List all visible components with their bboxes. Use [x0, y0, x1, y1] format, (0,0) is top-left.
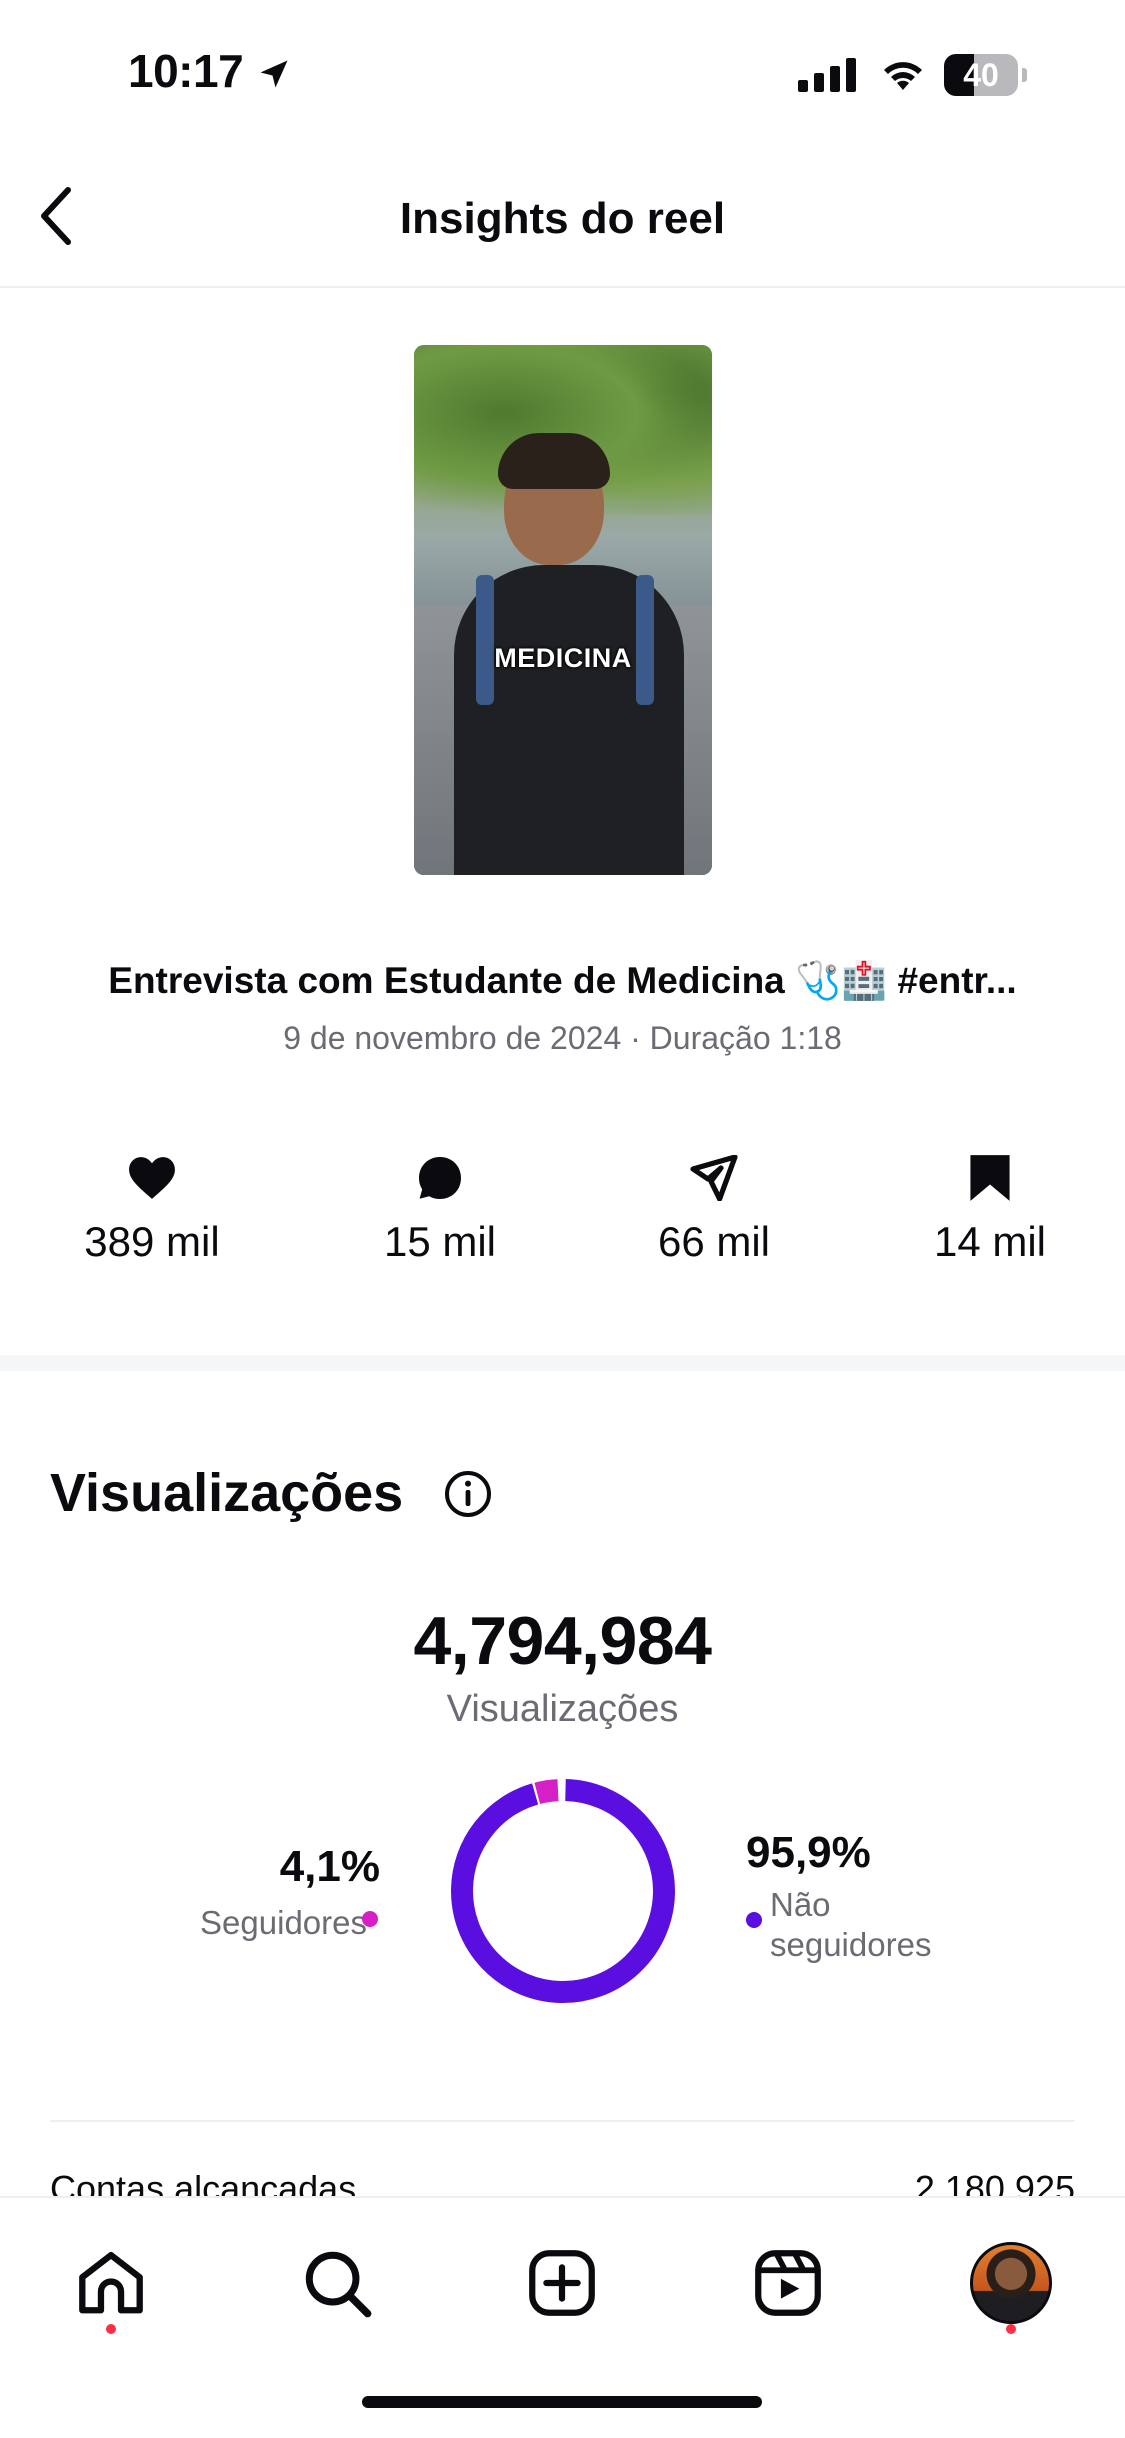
- thumbnail-caption: MEDICINA: [494, 643, 632, 673]
- location-arrow-icon: [260, 60, 288, 88]
- reel-thumbnail[interactable]: MEDICINA: [414, 345, 712, 875]
- reel-meta: 9 de novembro de 2024 · Duração 1:18: [283, 1020, 842, 1056]
- engagement-stats: 389 mil 15 mil 66 mil 14 mil: [0, 1150, 1125, 1290]
- status-bar: 10:17 40: [0, 0, 1125, 150]
- saves-count: 14 mil: [933, 1218, 1047, 1265]
- header: Insights do reel: [0, 150, 1125, 288]
- views-section-title: Visualizações: [50, 1463, 404, 1523]
- likes-count: 389 mil: [84, 1218, 220, 1265]
- followers-label: Seguidores: [200, 1904, 367, 1941]
- comments-stat: 15 mil: [340, 1150, 540, 1266]
- row-divider: [50, 2120, 1075, 2122]
- accounts-reached-label: Contas alcançadas: [50, 2168, 357, 2198]
- info-icon[interactable]: [444, 1470, 492, 1518]
- status-time: 10:17: [128, 45, 244, 97]
- page-title: Insights do reel: [399, 194, 726, 243]
- share-icon: [690, 1155, 738, 1201]
- section-divider: [0, 1355, 1125, 1371]
- comment-icon: [419, 1157, 461, 1199]
- tab-profile[interactable]: [966, 2238, 1056, 2328]
- non-followers-label: Não seguidores: [770, 1886, 932, 1963]
- heart-icon: [129, 1157, 175, 1199]
- tab-create[interactable]: [517, 2238, 607, 2328]
- search-icon: [305, 2251, 372, 2318]
- shares-count: 66 mil: [657, 1218, 771, 1265]
- saves-stat: 14 mil: [890, 1150, 1090, 1266]
- accounts-reached-row: Contas alcançadas 2,180,925: [50, 2168, 1075, 2198]
- battery-level: 40: [963, 57, 999, 93]
- wifi-icon: [884, 62, 922, 90]
- views-donut-chart: [451, 1779, 675, 2003]
- battery-indicator: 40: [944, 54, 1027, 96]
- home-indicator: [362, 2396, 762, 2408]
- views-total: 4,794,984: [413, 1603, 712, 1679]
- accounts-reached-value: 2,180,925: [914, 2168, 1075, 2198]
- non-followers-percent: 95,9%: [746, 1828, 871, 1877]
- create-icon: [529, 2250, 595, 2316]
- tab-reels[interactable]: [743, 2238, 833, 2328]
- tab-search[interactable]: [292, 2238, 382, 2328]
- comments-count: 15 mil: [383, 1218, 497, 1265]
- profile-notification-dot: [1006, 2324, 1016, 2334]
- home-icon: [79, 2252, 143, 2314]
- followers-percent: 4,1%: [279, 1842, 380, 1891]
- shares-stat: 66 mil: [614, 1150, 814, 1266]
- views-total-label: Visualizações: [446, 1688, 679, 1730]
- reel-title: Entrevista com Estudante de Medicina 🩺🏥 …: [108, 960, 1017, 1001]
- home-notification-dot: [106, 2324, 116, 2334]
- avatar: [970, 2242, 1052, 2324]
- donut-segment-non-followers: [451, 1779, 675, 2003]
- cellular-signal-icon: [798, 58, 856, 92]
- non-followers-legend-dot: [746, 1912, 762, 1928]
- followers-legend-dot: [362, 1911, 378, 1927]
- tab-home[interactable]: [66, 2238, 156, 2328]
- reels-icon: [755, 2250, 821, 2316]
- bookmark-icon: [970, 1155, 1010, 1201]
- likes-stat: 389 mil: [52, 1150, 252, 1266]
